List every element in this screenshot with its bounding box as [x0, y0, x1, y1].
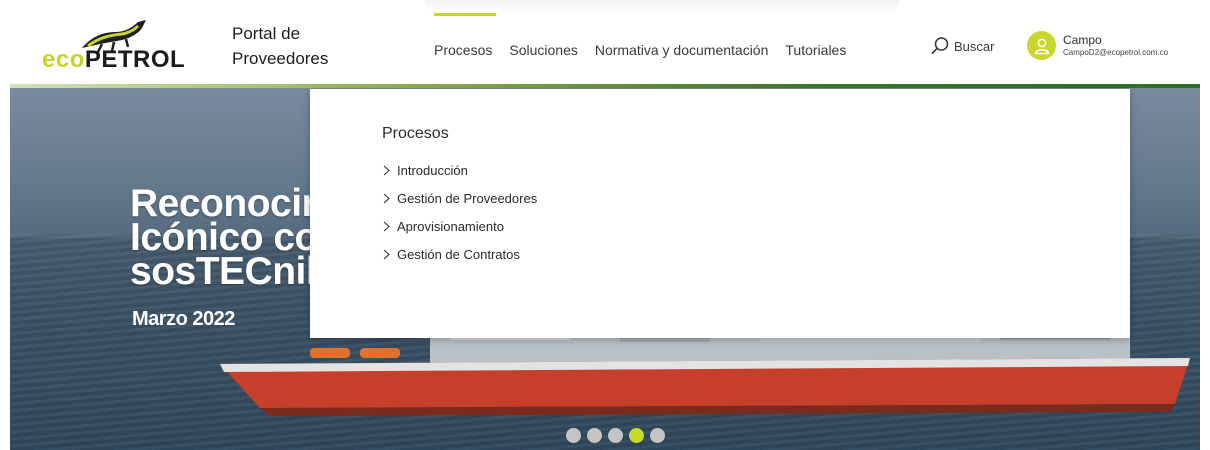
nav-item-normativa[interactable]: Normativa y documentación [595, 42, 769, 62]
portal-title: Portal de Proveedores [232, 21, 362, 71]
chevron-right-icon [383, 249, 390, 259]
user-menu[interactable]: Campo CampoD2@ecopetrol.com.co [1027, 31, 1168, 60]
carousel-dots [566, 428, 671, 443]
menu-list: Introducción Gestión de Proveedores Apro… [382, 156, 537, 268]
avatar [1027, 31, 1056, 60]
ecopetrol-logo[interactable]: ecoPETROL [42, 18, 187, 73]
menu-item-label: Aprovisionamiento [397, 218, 504, 234]
hero-date: Marzo 2022 [132, 308, 235, 330]
chevron-right-icon [383, 221, 390, 231]
chevron-right-icon [383, 193, 390, 203]
portal-title-line2: Proveedores [232, 49, 329, 68]
menu-item-aprovisionamiento[interactable]: Aprovisionamiento [382, 212, 537, 240]
header-shade [425, 0, 900, 12]
main-nav: Procesos Soluciones Normativa y document… [434, 13, 863, 62]
search-icon [931, 37, 949, 55]
search-button[interactable]: Buscar [930, 36, 994, 56]
menu-item-gestion-proveedores[interactable]: Gestión de Proveedores [382, 184, 537, 212]
user-icon [1034, 38, 1049, 54]
chevron-right-icon [383, 165, 390, 175]
carousel-dot-5[interactable] [650, 428, 665, 443]
search-label: Buscar [954, 38, 995, 54]
menu-item-introduccion[interactable]: Introducción [382, 156, 537, 184]
carousel-dot-3[interactable] [608, 428, 623, 443]
carousel-dot-4[interactable] [629, 428, 644, 443]
nav-item-soluciones[interactable]: Soluciones [509, 42, 578, 62]
logo-wordmark: ecoPETROL [42, 46, 186, 73]
menu-item-label: Gestión de Proveedores [397, 190, 538, 206]
hero-accent-line [10, 84, 1200, 88]
site-header: ecoPETROL Portal de Proveedores Procesos… [10, 0, 1200, 84]
user-info: Campo CampoD2@ecopetrol.com.co [1063, 32, 1169, 58]
carousel-dot-2[interactable] [587, 428, 602, 443]
nav-item-tutoriales[interactable]: Tutoriales [785, 42, 846, 62]
nav-item-procesos[interactable]: Procesos [434, 13, 497, 62]
menu-item-gestion-contratos[interactable]: Gestión de Contratos [382, 240, 537, 268]
menu-item-label: Gestión de Contratos [397, 246, 520, 262]
menu-item-label: Introducción [397, 162, 468, 178]
user-name: Campo [1063, 32, 1102, 47]
menu-title: Procesos [382, 125, 449, 142]
procesos-dropdown-menu: Procesos Introducción Gestión de Proveed… [310, 89, 1130, 338]
carousel-dot-1[interactable] [566, 428, 581, 443]
user-email: CampoD2@ecopetrol.com.co [1063, 47, 1169, 57]
portal-title-line1: Portal de [232, 24, 301, 43]
